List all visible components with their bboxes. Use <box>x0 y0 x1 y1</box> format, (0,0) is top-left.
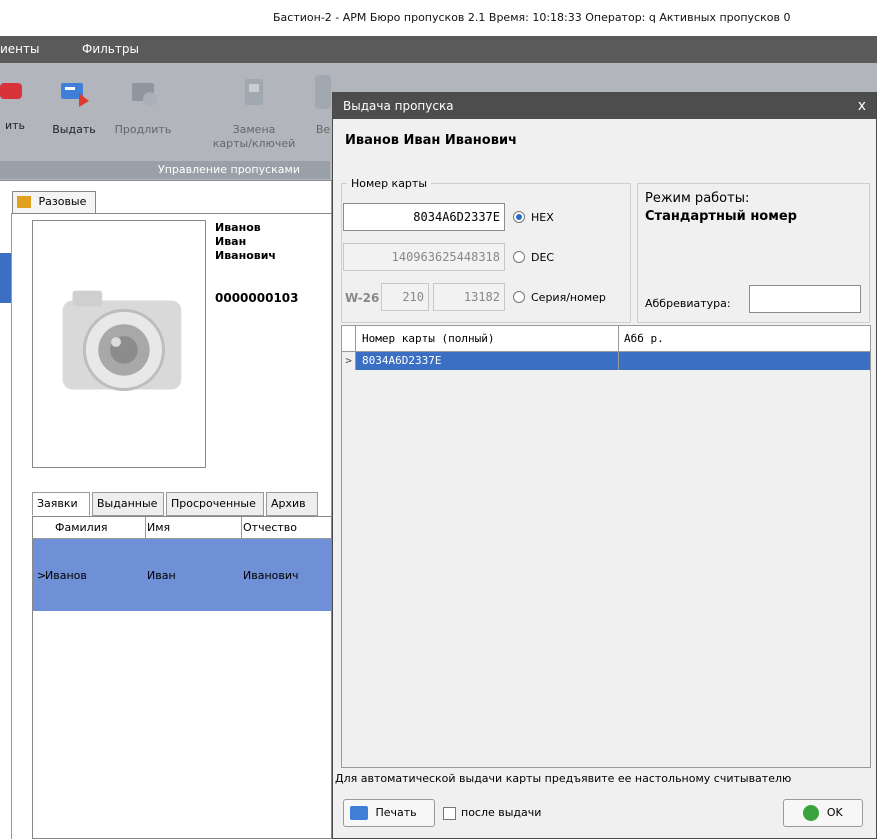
requests-grid-header: Фамилия Имя Отчество <box>33 517 331 539</box>
person-last-name: Иванов <box>215 221 261 234</box>
ribbon-group-label: Управление пропусками <box>0 161 330 179</box>
w26-label: W-26 <box>345 291 380 305</box>
camera-icon <box>62 290 182 391</box>
col-header-card-number[interactable]: Номер карты (полный) <box>362 332 494 345</box>
tab-zayavki[interactable]: Заявки <box>32 492 90 516</box>
issue-pass-icon <box>61 83 89 107</box>
dec-input[interactable]: 140963625448318 <box>343 243 505 271</box>
issue-pass-button[interactable]: Выдать <box>46 75 102 136</box>
mode-label: Режим работы: <box>645 191 750 206</box>
remove-pass-icon <box>0 83 22 99</box>
printer-icon <box>350 806 368 820</box>
dec-radio[interactable] <box>513 251 525 263</box>
check-icon <box>803 805 820 821</box>
col-divider <box>618 352 619 370</box>
tab-arhiv[interactable]: Архив <box>266 492 318 516</box>
requests-grid: Фамилия Имя Отчество > Иванов Иван Ивано… <box>32 516 332 839</box>
card-number-group-label: Номер карты <box>347 177 432 190</box>
abbr-label: Аббревиатура: <box>645 297 731 310</box>
menu-item-clients[interactable]: иенты <box>0 42 40 56</box>
col-divider <box>618 326 619 351</box>
list-selection[interactable] <box>0 253 11 303</box>
hex-radio[interactable] <box>513 211 525 223</box>
row-header-cell <box>342 326 356 351</box>
dec-radio-label: DEC <box>531 251 555 264</box>
person-card: Иванов Иван Иванович 0000000103 <box>215 221 299 305</box>
photo-placeholder <box>32 220 206 468</box>
person-middle-name: Иванович <box>215 249 276 262</box>
one-time-pass-icon <box>17 196 31 208</box>
menu-item-filters[interactable]: Фильтры <box>82 42 139 56</box>
col-header-firstname[interactable]: Имя <box>147 521 170 534</box>
tab-vydannye[interactable]: Выданные <box>92 492 164 516</box>
hex-input[interactable]: 8034A6D2337E <box>343 203 505 231</box>
col-header-lastname[interactable]: Фамилия <box>55 521 107 534</box>
menu-bar: иенты Фильтры <box>0 36 877 63</box>
card-grid-header: Номер карты (полный) Абб р. <box>342 326 870 352</box>
serial-radio-label: Серия/номер <box>531 291 606 304</box>
left-list-strip <box>0 213 12 839</box>
w26-number-input[interactable]: 13182 <box>433 283 505 311</box>
extend-pass-button[interactable]: Продлить <box>108 75 178 136</box>
extend-pass-icon <box>132 83 157 106</box>
col-divider <box>241 517 242 539</box>
reader-hint: Для автоматической выдачи карты предъяви… <box>335 772 792 785</box>
w26-series-input[interactable]: 210 <box>381 283 429 311</box>
mode-value: Стандартный номер <box>645 209 797 224</box>
ok-button[interactable]: OK <box>783 799 863 827</box>
after-issue-label: после выдачи <box>461 806 542 819</box>
person-first-name: Иван <box>215 235 247 248</box>
window-title: Бастион-2 - АРМ Бюро пропусков 2.1 Время… <box>0 0 877 36</box>
close-icon[interactable]: x <box>858 93 866 119</box>
col-header-middlename[interactable]: Отчество <box>243 521 297 534</box>
abbr-input[interactable] <box>749 285 861 313</box>
hex-radio-label: HEX <box>531 211 554 224</box>
tab-prosrochennye[interactable]: Просроченные <box>166 492 264 516</box>
replace-card-button[interactable]: Замена карты/ключей <box>204 75 304 151</box>
col-header-abbr[interactable]: Абб р. <box>624 332 664 345</box>
person-pass-number: 0000000103 <box>215 291 299 305</box>
serial-radio[interactable] <box>513 291 525 303</box>
row-indicator-icon: > <box>342 352 356 370</box>
dialog-titlebar: Выдача пропуска x <box>333 93 876 119</box>
divider <box>12 213 332 214</box>
return-pass-icon <box>315 75 331 109</box>
table-row[interactable]: > Иванов Иван Иванович <box>33 539 331 611</box>
card-grid: Номер карты (полный) Абб р. > 8034A6D233… <box>341 325 871 768</box>
tab-razovye[interactable]: Разовые <box>12 191 96 213</box>
col-divider <box>145 517 146 539</box>
return-pass-button[interactable]: Ве <box>314 75 332 136</box>
table-row[interactable]: > 8034A6D2337E <box>342 352 870 370</box>
print-button[interactable]: Печать <box>343 799 435 827</box>
remove-pass-button[interactable]: ить <box>0 75 30 132</box>
after-issue-checkbox[interactable] <box>443 807 456 820</box>
issue-pass-dialog: Выдача пропуска x Иванов Иван Иванович Н… <box>332 92 877 839</box>
dialog-person-name: Иванов Иван Иванович <box>345 133 517 148</box>
replace-card-icon <box>245 79 263 105</box>
